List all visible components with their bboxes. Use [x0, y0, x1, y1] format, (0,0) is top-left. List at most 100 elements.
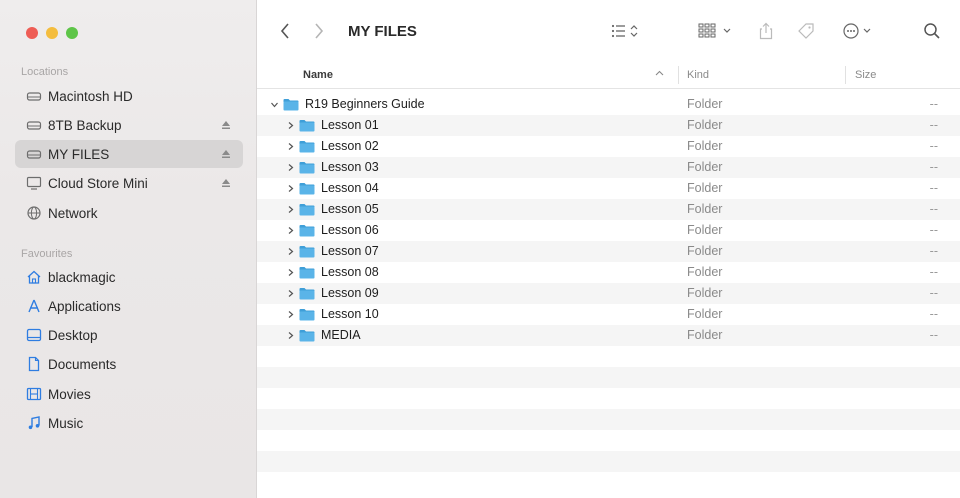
sidebar-item-blackmagic[interactable]: blackmagic	[15, 263, 243, 291]
sidebar-item-my-files[interactable]: MY FILES	[15, 140, 243, 168]
folder-icon	[299, 140, 315, 153]
column-name-header[interactable]: Name	[303, 69, 333, 81]
row-kind: Folder	[687, 118, 723, 132]
row-size: --	[929, 118, 938, 132]
folder-icon	[283, 98, 299, 111]
table-row[interactable]: MEDIA Folder --	[257, 325, 960, 346]
drive-icon	[26, 117, 42, 133]
table-row[interactable]: Lesson 09 Folder --	[257, 283, 960, 304]
column-size-header[interactable]: Size	[855, 69, 876, 81]
chevron-down-icon[interactable]	[269, 99, 279, 109]
row-name: R19 Beginners Guide	[305, 97, 425, 111]
sidebar-item-8tb-backup[interactable]: 8TB Backup	[15, 111, 243, 139]
column-kind-header[interactable]: Kind	[687, 69, 709, 81]
chevron-left-icon[interactable]	[279, 22, 291, 40]
tag-icon[interactable]	[797, 22, 815, 40]
column-divider[interactable]	[845, 66, 846, 84]
drive-icon	[26, 88, 42, 104]
table-row[interactable]: Lesson 04 Folder --	[257, 178, 960, 199]
table-row[interactable]: Lesson 02 Folder --	[257, 136, 960, 157]
table-row[interactable]: Lesson 10 Folder --	[257, 304, 960, 325]
row-kind: Folder	[687, 286, 723, 300]
chevron-right-icon[interactable]	[285, 120, 295, 130]
row-kind: Folder	[687, 139, 723, 153]
eject-icon[interactable]	[220, 120, 232, 130]
folder-icon	[299, 308, 315, 321]
chevron-right-icon[interactable]	[285, 162, 295, 172]
row-name: Lesson 05	[321, 202, 379, 216]
sidebar-item-music[interactable]: Music	[15, 409, 243, 437]
row-size: --	[929, 181, 938, 195]
row-kind: Folder	[687, 160, 723, 174]
locations-header: Locations	[21, 66, 69, 78]
sidebar-item-desktop[interactable]: Desktop	[15, 321, 243, 349]
film-icon	[26, 386, 42, 402]
globe-icon	[26, 205, 42, 221]
chevron-right-icon[interactable]	[285, 204, 295, 214]
sidebar-item-label: MY FILES	[48, 146, 110, 162]
row-kind: Folder	[687, 244, 723, 258]
column-divider[interactable]	[678, 66, 679, 84]
minimize-button[interactable]	[46, 27, 58, 39]
sidebar-item-applications[interactable]: Applications	[15, 292, 243, 320]
chevron-right-icon[interactable]	[285, 225, 295, 235]
sidebar-item-cloud-store-mini[interactable]: Cloud Store Mini	[15, 169, 243, 197]
sort-ascending-icon[interactable]	[655, 69, 664, 81]
table-row[interactable]: Lesson 07 Folder --	[257, 241, 960, 262]
table-row[interactable]: Lesson 03 Folder --	[257, 157, 960, 178]
row-name: Lesson 04	[321, 181, 379, 195]
finder-window: Locations Macintosh HD 8TB Backup MY FIL…	[0, 0, 960, 498]
document-icon	[26, 356, 42, 372]
row-name: Lesson 09	[321, 286, 379, 300]
table-row[interactable]: Lesson 01 Folder --	[257, 115, 960, 136]
row-size: --	[929, 160, 938, 174]
sidebar-item-documents[interactable]: Documents	[15, 350, 243, 378]
window-title: MY FILES	[348, 23, 417, 40]
table-row[interactable]: Lesson 06 Folder --	[257, 220, 960, 241]
row-kind: Folder	[687, 202, 723, 216]
chevron-right-icon[interactable]	[285, 141, 295, 151]
zoom-button[interactable]	[66, 27, 78, 39]
chevron-right-icon[interactable]	[285, 309, 295, 319]
share-icon[interactable]	[759, 22, 773, 40]
row-name: Lesson 01	[321, 118, 379, 132]
favourites-header: Favourites	[21, 248, 73, 260]
home-icon	[26, 269, 42, 285]
folder-icon	[299, 245, 315, 258]
row-name: Lesson 07	[321, 244, 379, 258]
row-size: --	[929, 307, 938, 321]
row-size: --	[929, 328, 938, 342]
applications-icon	[26, 298, 42, 314]
chevron-right-icon[interactable]	[285, 183, 295, 193]
sidebar-item-label: Documents	[48, 356, 117, 372]
sidebar-item-movies[interactable]: Movies	[15, 380, 243, 408]
row-size: --	[929, 202, 938, 216]
sidebar-item-label: Macintosh HD	[48, 88, 133, 104]
chevron-right-icon[interactable]	[285, 246, 295, 256]
chevron-right-icon[interactable]	[313, 22, 325, 40]
list-view-icon[interactable]	[611, 22, 641, 40]
eject-icon[interactable]	[220, 149, 232, 159]
chevron-right-icon[interactable]	[285, 330, 295, 340]
sidebar-item-label: Network	[48, 205, 98, 221]
table-row[interactable]: R19 Beginners Guide Folder --	[257, 94, 960, 115]
row-name: MEDIA	[321, 328, 361, 342]
chevron-right-icon[interactable]	[285, 267, 295, 277]
row-name: Lesson 10	[321, 307, 379, 321]
eject-icon[interactable]	[220, 178, 232, 188]
close-button[interactable]	[26, 27, 38, 39]
sidebar: Locations Macintosh HD 8TB Backup MY FIL…	[0, 0, 257, 498]
sidebar-item-macintosh-hd[interactable]: Macintosh HD	[15, 82, 243, 110]
folder-icon	[299, 161, 315, 174]
search-icon[interactable]	[923, 22, 941, 40]
row-size: --	[929, 286, 938, 300]
table-row[interactable]: Lesson 05 Folder --	[257, 199, 960, 220]
table-row[interactable]: Lesson 08 Folder --	[257, 262, 960, 283]
more-icon[interactable]	[842, 22, 878, 40]
sidebar-item-label: Desktop	[48, 327, 98, 343]
row-name: Lesson 06	[321, 223, 379, 237]
chevron-right-icon[interactable]	[285, 288, 295, 298]
grid-view-icon[interactable]	[698, 22, 736, 40]
sidebar-item-label: 8TB Backup	[48, 117, 122, 133]
sidebar-item-network[interactable]: Network	[15, 199, 243, 227]
